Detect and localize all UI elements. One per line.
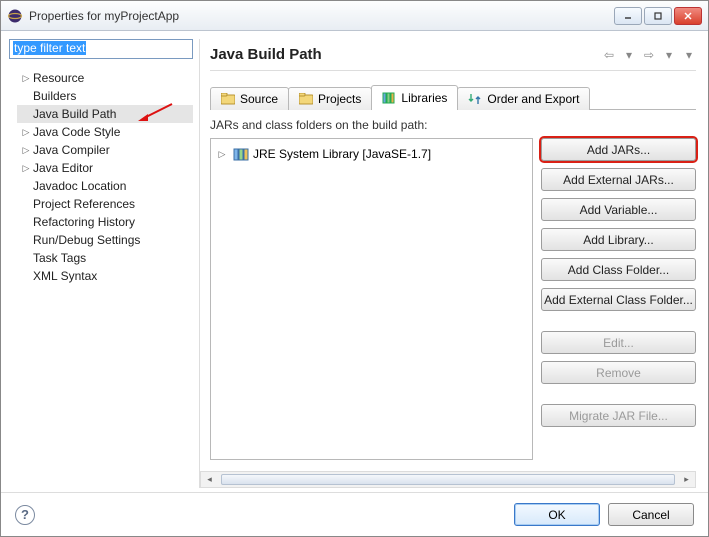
add-external-class-folder-button[interactable]: Add External Class Folder... [541,288,696,311]
eclipse-icon [7,8,23,24]
tree-item-resource[interactable]: ▷Resource [17,69,193,87]
tree-item-label: Project References [33,197,135,211]
filter-placeholder: type filter text [13,41,86,55]
tree-item-label: Refactoring History [33,215,135,229]
edit-button: Edit... [541,331,696,354]
page-header: Java Build Path ⇦ ▾ ⇨ ▾ ▾ [210,39,696,71]
tree-item-project-references[interactable]: Project References [17,195,193,213]
tree-item-label: Run/Debug Settings [33,233,140,247]
tab-order-export[interactable]: Order and Export [457,87,590,110]
scroll-thumb[interactable] [221,474,675,485]
order-icon [468,93,482,105]
jre-library-icon [233,147,249,161]
chevron-right-icon: ▷ [21,73,31,84]
page-title: Java Build Path [210,46,602,63]
scroll-left-icon[interactable]: ◂ [201,472,218,487]
chevron-right-icon: ▷ [21,163,31,174]
add-jars-button[interactable]: Add JARs... [541,138,696,161]
tree-item-run-debug-settings[interactable]: Run/Debug Settings [17,231,193,249]
chevron-down-icon[interactable]: ▾ [662,48,676,62]
tree-item-java-compiler[interactable]: ▷Java Compiler [17,141,193,159]
property-page: Java Build Path ⇦ ▾ ⇨ ▾ ▾ Source Project… [199,39,696,488]
tab-description: JARs and class folders on the build path… [210,118,696,132]
back-icon[interactable]: ⇦ [602,48,616,62]
dialog-button-bar: ? OK Cancel [1,492,708,536]
chevron-right-icon: ▷ [21,145,31,156]
tree-item-label: Java Code Style [33,125,120,139]
remove-button: Remove [541,361,696,384]
tree-item-label: Java Build Path [33,107,116,121]
horizontal-scrollbar[interactable]: ◂ ▸ [200,471,696,488]
filter-input[interactable]: type filter text [9,39,193,59]
add-class-folder-button[interactable]: Add Class Folder... [541,258,696,281]
tree-item-builders[interactable]: Builders [17,87,193,105]
forward-icon[interactable]: ⇨ [642,48,656,62]
migrate-jar-button: Migrate JAR File... [541,404,696,427]
libraries-tree[interactable]: ▷ JRE System Library [JavaSE-1.7] [210,138,533,460]
navigation-panel: type filter text ▷Resource Builders Java… [9,39,193,488]
minimize-button[interactable] [614,7,642,25]
tree-item-label: Java Compiler [33,143,110,157]
chevron-right-icon[interactable]: ▷ [217,149,227,160]
tree-item-label: Java Editor [33,161,93,175]
library-item[interactable]: ▷ JRE System Library [JavaSE-1.7] [217,145,526,163]
library-icon [382,92,396,104]
tab-label: Projects [318,92,361,106]
property-tree: ▷Resource Builders Java Build Path ▷Java… [9,69,193,285]
tab-libraries[interactable]: Libraries [371,85,458,110]
tab-label: Libraries [401,91,447,105]
tree-item-java-code-style[interactable]: ▷Java Code Style [17,123,193,141]
scroll-right-icon[interactable]: ▸ [678,472,695,487]
tab-projects[interactable]: Projects [288,87,372,110]
tree-item-refactoring-history[interactable]: Refactoring History [17,213,193,231]
add-library-button[interactable]: Add Library... [541,228,696,251]
projects-folder-icon [299,93,313,105]
library-label: JRE System Library [JavaSE-1.7] [253,147,431,161]
tab-body: ▷ JRE System Library [JavaSE-1.7] Add JA… [210,138,696,460]
window-controls [614,7,702,25]
add-variable-button[interactable]: Add Variable... [541,198,696,221]
tree-item-xml-syntax[interactable]: XML Syntax [17,267,193,285]
window-title: Properties for myProjectApp [29,9,614,23]
source-folder-icon [221,93,235,105]
menu-chevron-icon[interactable]: ▾ [682,48,696,62]
tab-bar: Source Projects Libraries Order and Expo… [210,85,696,110]
close-button[interactable] [674,7,702,25]
tree-item-label: Builders [33,89,76,103]
help-icon[interactable]: ? [15,505,35,525]
chevron-right-icon: ▷ [21,127,31,138]
tree-item-javadoc-location[interactable]: Javadoc Location [17,177,193,195]
tab-source[interactable]: Source [210,87,289,110]
button-column: Add JARs... Add External JARs... Add Var… [541,138,696,460]
cancel-button[interactable]: Cancel [608,503,694,526]
title-bar: Properties for myProjectApp [1,1,708,31]
tree-item-java-build-path[interactable]: Java Build Path [17,105,193,123]
add-external-jars-button[interactable]: Add External JARs... [541,168,696,191]
tree-item-label: Task Tags [33,251,86,265]
tree-item-task-tags[interactable]: Task Tags [17,249,193,267]
tab-label: Order and Export [487,92,579,106]
page-nav: ⇦ ▾ ⇨ ▾ ▾ [602,48,696,62]
ok-button[interactable]: OK [514,503,600,526]
tree-item-label: Resource [33,71,84,85]
maximize-button[interactable] [644,7,672,25]
tab-label: Source [240,92,278,106]
tree-item-label: Javadoc Location [33,179,126,193]
tree-item-label: XML Syntax [33,269,97,283]
tree-item-java-editor[interactable]: ▷Java Editor [17,159,193,177]
chevron-down-icon[interactable]: ▾ [622,48,636,62]
